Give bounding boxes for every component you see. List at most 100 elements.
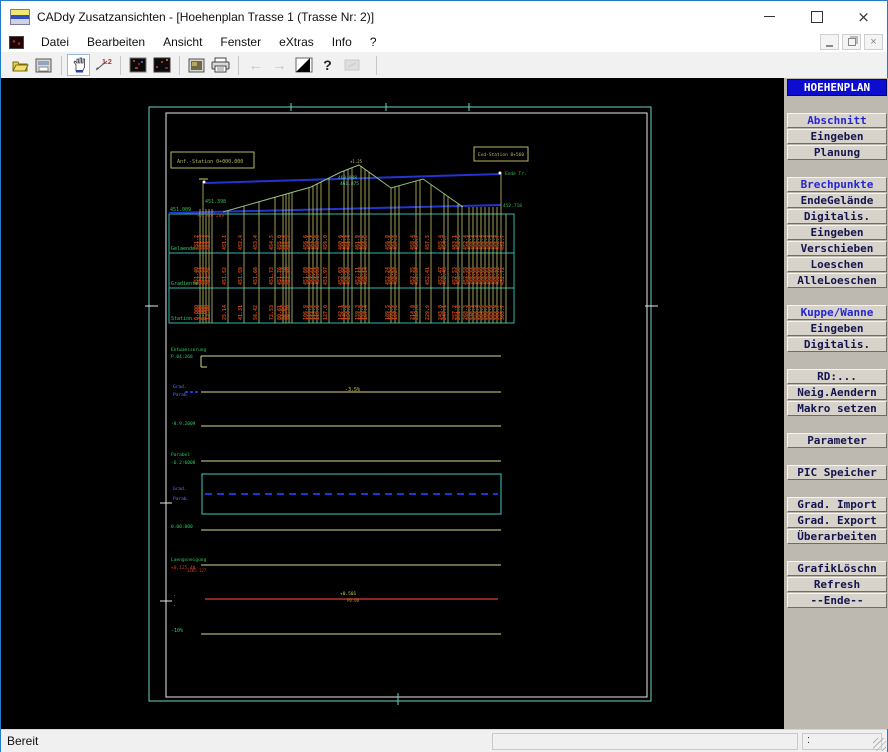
back-button[interactable]: ← [244, 54, 267, 76]
band-value: 303.7 [500, 305, 506, 320]
panel-button-abschnitt[interactable]: Abschnitt [787, 113, 887, 128]
band-value: 460.5 [363, 235, 369, 250]
panel-button-neig-aendern[interactable]: Neig.Aendern [787, 385, 887, 400]
menu-info[interactable]: Info [323, 32, 361, 52]
menu-help[interactable]: ? [361, 32, 386, 52]
status-panel-1 [492, 733, 798, 750]
mdi-close-button[interactable]: × [864, 34, 883, 50]
panel-button-planung[interactable]: Planung [787, 145, 887, 160]
band-value: 25.14 [222, 305, 228, 320]
print-button[interactable] [209, 54, 232, 76]
band-value: 451.73 [269, 267, 275, 285]
resize-grip[interactable] [873, 738, 886, 751]
drawing-label: P.04:268 [171, 354, 193, 360]
bitmap-1-button[interactable] [126, 54, 149, 76]
panel-spacer [784, 161, 888, 177]
panel-button-eingeben[interactable]: Eingeben [787, 129, 887, 144]
help-icon: ? [323, 57, 332, 73]
node-marker [202, 180, 206, 184]
panel-button-eingeben[interactable]: Eingeben [787, 225, 887, 240]
menu-datei[interactable]: Datei [32, 32, 78, 52]
mdi-restore-button[interactable] [842, 34, 861, 50]
band-value: 461.4 [346, 235, 352, 250]
help-button[interactable]: ? [316, 54, 339, 76]
panel-button-loeschen[interactable]: Loeschen [787, 257, 887, 272]
panel-button-makro-setzen[interactable]: Makro setzen [787, 401, 887, 416]
panel-button-parameter[interactable]: Parameter [787, 433, 887, 448]
band-value: 452.72 [500, 267, 506, 285]
document-icon[interactable] [9, 35, 24, 49]
panel-button-eingeben[interactable]: Eingeben [787, 321, 887, 336]
panel-button-grad-export[interactable]: Grad. Export [787, 513, 887, 528]
panel-button-digitalis[interactable]: Digitalis. [787, 337, 887, 352]
forward-button[interactable]: → [268, 54, 291, 76]
open-button[interactable] [8, 54, 31, 76]
band-value: 452.41 [425, 267, 431, 285]
drawing-label: +7.949 289 [197, 213, 224, 219]
menu-bearbeiten[interactable]: Bearbeiten [78, 32, 154, 52]
panel-button-grad-import[interactable]: Grad. Import [787, 497, 887, 512]
panel-button-grafikl-schn[interactable]: GrafikLöschn [787, 561, 887, 576]
band-value: 247.1 [442, 305, 448, 320]
panel-button-pic-speicher[interactable]: PIC Speicher [787, 465, 887, 480]
drawing-label: 452.718 [503, 203, 522, 209]
drawing-label: +1.25 [350, 159, 363, 164]
panel-button-digitalis[interactable]: Digitalis. [787, 209, 887, 224]
panel-button-ende[interactable]: --Ende-- [787, 593, 887, 608]
toolbar-separator [61, 55, 62, 75]
drawing-label: Laengsneigung [171, 557, 207, 563]
picture-button[interactable] [185, 54, 208, 76]
band-value: 453.4 [253, 235, 259, 250]
panel-button-verschieben[interactable]: Verschieben [787, 241, 887, 256]
drawing-label: Gradiente [171, 281, 198, 287]
pan-button[interactable] [67, 54, 90, 76]
measure-button[interactable]: 1.2 [91, 54, 114, 76]
drawing-label: 451.009 [170, 207, 191, 213]
save-button[interactable] [32, 54, 55, 76]
toolbar-separator [179, 55, 180, 75]
menu-ansicht[interactable]: Ansicht [154, 32, 211, 52]
menu-bar: Datei Bearbeiten Ansicht Fenster eXtras Info?… [1, 32, 887, 52]
band-value: 452.6 [456, 235, 462, 250]
panel-button-endegel-nde[interactable]: EndeGelände [787, 193, 887, 208]
band-value: 452.49 [442, 267, 448, 285]
band-value: 454.7 [442, 235, 448, 250]
panel-spacer [784, 545, 888, 561]
menu-extras[interactable]: eXtras [270, 32, 323, 52]
panel-spacer [784, 289, 888, 305]
drawing-label: Parabel [171, 452, 190, 458]
mdi-minimize-button[interactable] [820, 34, 839, 50]
panel-button-hoehenplan[interactable]: HOEHENPLAN [787, 79, 887, 96]
close-button[interactable]: × [840, 1, 887, 32]
band-value: 261.2 [456, 305, 462, 320]
toolbar-separator [120, 55, 121, 75]
drawing-label: 460.988 [338, 175, 357, 181]
open-icon [11, 61, 29, 72]
drawing-canvas[interactable]: 451.2 451.40 0.000 451.3 451.41 3.000 451.2 451… [1, 78, 784, 729]
tool-disabled-button[interactable] [340, 54, 363, 76]
band-value: 218.8 [414, 305, 420, 320]
panel-button-brechpunkte[interactable]: Brechpunkte [787, 177, 887, 192]
band-value: 451.59 [238, 267, 244, 285]
contrast-button[interactable] [292, 54, 315, 76]
drawing-line [168, 204, 502, 214]
minimize-button[interactable] [746, 1, 793, 32]
panel-button-rd[interactable]: RD:... [787, 369, 887, 384]
status-text: Bereit [7, 734, 39, 748]
band-value: 451.80 [286, 267, 292, 285]
panel-button-berarbeiten[interactable]: Überarbeiten [787, 529, 887, 544]
bitmap-2-button[interactable] [150, 54, 173, 76]
drawing-label: . [173, 602, 176, 608]
panel-button-kuppe-wanne[interactable]: Kuppe/Wanne [787, 305, 887, 320]
bitmap-2-icon [153, 57, 170, 73]
maximize-button[interactable] [793, 1, 840, 32]
band-value: 451.1 [222, 235, 228, 250]
forward-icon: → [272, 57, 287, 73]
menu-fenster[interactable]: Fenster [211, 32, 270, 52]
drawing-label: +0.501 [340, 591, 357, 597]
band-value: 451.3 [206, 235, 212, 250]
panel-button-refresh[interactable]: Refresh [787, 577, 887, 592]
svg-text:1.2: 1.2 [102, 59, 112, 66]
mdi-minimize-icon [826, 44, 833, 47]
panel-button-alleloeschen[interactable]: AlleLoeschen [787, 273, 887, 288]
